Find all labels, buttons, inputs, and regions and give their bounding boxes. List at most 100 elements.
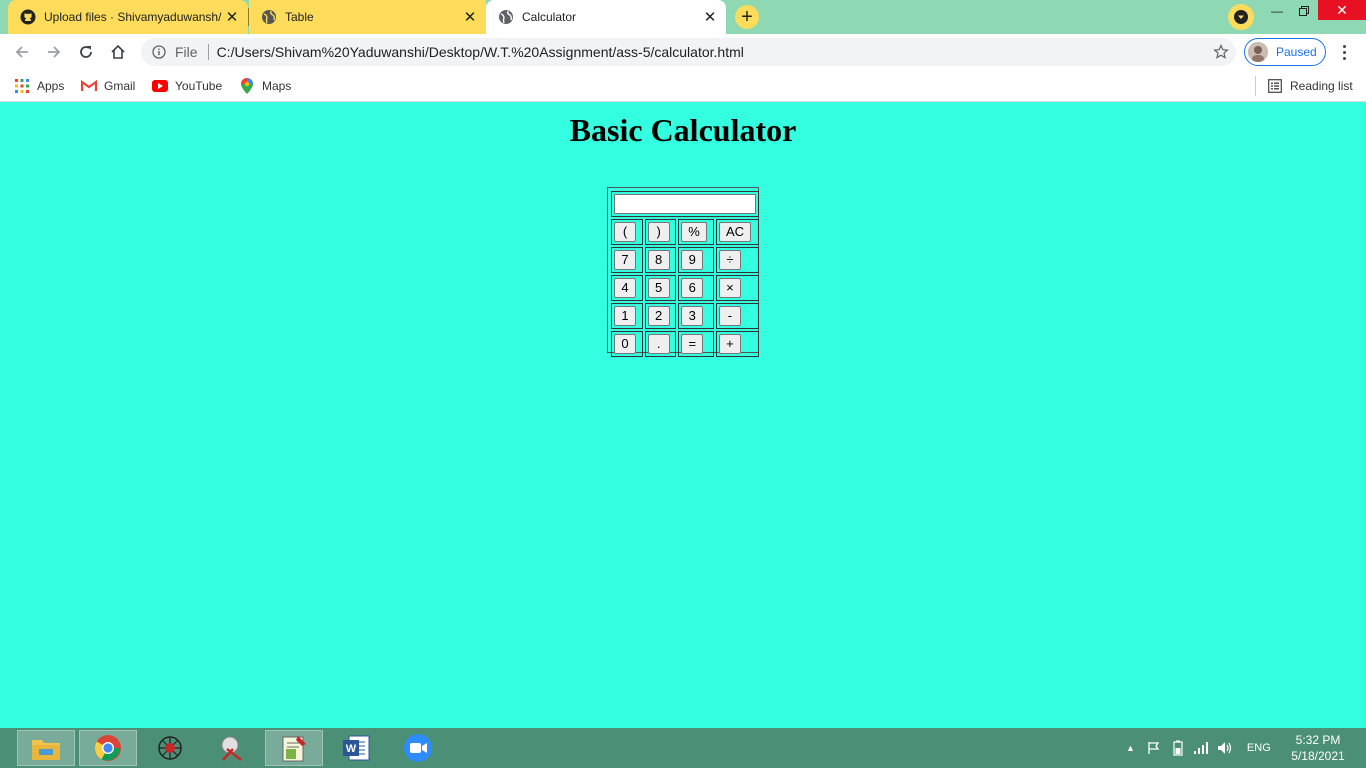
key-9[interactable]: 9 [681,250,704,270]
volume-icon[interactable] [1217,741,1233,755]
key-1[interactable]: 1 [614,306,636,326]
back-button[interactable] [10,40,34,64]
key-percent[interactable]: % [681,222,707,242]
forward-button[interactable] [42,40,66,64]
key-cell: × [715,275,759,301]
tab-title: Table [285,10,314,24]
tab-search-button[interactable] [1228,4,1254,30]
display-cell [611,191,759,217]
bookmark-star-icon[interactable] [1206,44,1236,60]
profile-paused-button[interactable]: Paused [1244,38,1326,66]
avatar [1248,42,1268,62]
key-6[interactable]: 6 [681,278,704,298]
key-cell: 4 [611,275,643,301]
calculator-display[interactable] [614,194,756,214]
reading-list-label: Reading list [1290,79,1353,93]
gmail-icon [81,78,97,94]
key-add[interactable]: + [718,334,741,354]
taskbar-zoom[interactable] [389,730,447,766]
close-window-button[interactable]: ✕ [1318,0,1366,20]
restore-icon [1299,6,1309,16]
bookmark-label: Maps [262,79,292,93]
globe-icon [261,9,277,25]
home-button[interactable] [106,40,130,64]
key-cell: - [715,303,759,329]
url-text[interactable]: C:/Users/Shivam%20Yaduwanshi/Desktop/W.T… [217,44,1206,60]
calculator-table: ( ) % AC 7 8 9 ÷ 4 5 6 × 1 2 3 - 0 . = + [609,189,761,359]
taskbar-word[interactable]: W [327,730,385,766]
globe-icon [498,9,514,25]
arrow-right-icon [48,46,61,58]
key-cell: 0 [611,331,643,357]
tab-calculator[interactable]: Calculator ✕ [486,0,726,34]
taskbar-spider-app[interactable] [141,730,199,766]
taskbar-file-explorer[interactable] [17,730,75,766]
apps-grid-icon [14,78,30,94]
key-4[interactable]: 4 [614,278,636,298]
key-8[interactable]: 8 [647,250,670,270]
tab-strip: Upload files · Shivamyaduwansh/ ✕ Table … [0,0,1366,34]
browser-menu-icon[interactable] [1334,42,1354,62]
key-cell: 3 [678,303,714,329]
reload-button[interactable] [74,40,98,64]
key-cell: ÷ [715,247,759,273]
restore-button[interactable] [1290,0,1318,22]
key-cell: 1 [611,303,643,329]
file-explorer-icon [32,740,60,760]
maps-pin-icon [239,78,255,94]
github-icon [20,9,36,25]
language-indicator[interactable]: ENG [1247,742,1271,754]
key-subtract[interactable]: - [718,306,741,326]
key-open-paren[interactable]: ( [614,222,636,242]
flag-icon[interactable] [1147,741,1161,755]
key-cell: AC [715,219,759,245]
new-tab-button[interactable]: + [735,5,759,29]
reading-list-button[interactable]: Reading list [1267,76,1353,96]
show-hidden-icons-icon[interactable]: ▲ [1126,743,1135,753]
windows-taskbar: W ▲ ENG 5:32 PM 5/18/2021 [0,728,1366,768]
key-cell: ( [611,219,643,245]
arrow-left-icon [15,46,28,58]
key-multiply[interactable]: × [718,278,741,298]
key-7[interactable]: 7 [614,250,636,270]
close-tab-icon[interactable]: ✕ [700,8,720,26]
reload-icon [80,46,92,58]
bookmark-apps[interactable]: Apps [14,76,64,96]
close-tab-icon[interactable]: ✕ [222,8,242,26]
tab-table[interactable]: Table ✕ [249,0,486,34]
system-tray: ▲ ENG [1126,728,1271,768]
key-2[interactable]: 2 [647,306,670,326]
word-icon: W [343,735,370,761]
key-cell: ) [644,219,677,245]
key-clear[interactable]: AC [718,222,752,242]
key-0[interactable]: 0 [614,334,636,354]
key-equals[interactable]: = [681,334,704,354]
taskbar-snipping-tool[interactable] [203,730,261,766]
minimize-button[interactable]: — [1263,0,1291,22]
url-scheme-label: File [175,44,198,60]
network-signal-icon[interactable] [1193,741,1209,755]
key-close-paren[interactable]: ) [647,222,670,242]
bookmark-label: Apps [37,79,65,93]
clock-time: 5:32 PM [1295,733,1341,747]
bookmark-youtube[interactable]: YouTube [152,76,222,96]
bookmark-maps[interactable]: Maps [239,76,291,96]
key-divide[interactable]: ÷ [718,250,741,270]
clock[interactable]: 5:32 PM 5/18/2021 [1280,732,1356,764]
close-tab-icon[interactable]: ✕ [460,8,480,26]
key-cell: 6 [678,275,714,301]
taskbar-notepad[interactable] [265,730,323,766]
bookmark-label: Gmail [104,79,136,93]
key-cell: % [678,219,714,245]
browser-toolbar: File C:/Users/Shivam%20Yaduwanshi/Deskto… [0,34,1366,70]
zoom-icon [404,734,432,762]
info-icon[interactable] [151,44,167,60]
key-decimal[interactable]: . [647,334,670,354]
taskbar-chrome[interactable] [79,730,137,766]
bookmark-gmail[interactable]: Gmail [81,76,135,96]
key-5[interactable]: 5 [647,278,670,298]
key-3[interactable]: 3 [681,306,704,326]
address-bar[interactable]: File C:/Users/Shivam%20Yaduwanshi/Deskto… [141,38,1236,66]
tab-github-upload[interactable]: Upload files · Shivamyaduwansh/ ✕ [8,0,248,34]
battery-icon[interactable] [1171,740,1185,756]
